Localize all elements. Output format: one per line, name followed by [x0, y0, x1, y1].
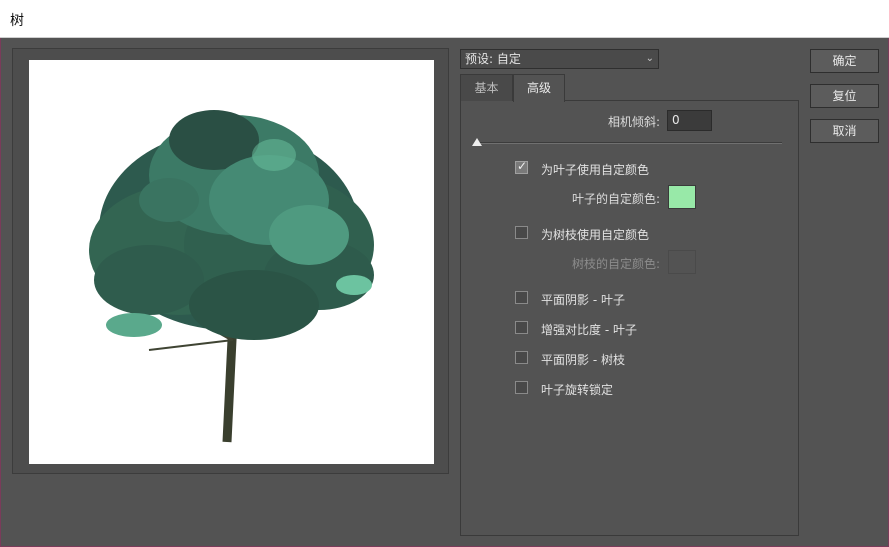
- flat-shading-branches-label: 平面阴影 - 树枝: [541, 353, 625, 367]
- leaf-color-label: 叶子的自定颜色:: [572, 192, 661, 206]
- tree-preview: [29, 60, 434, 464]
- flat-shading-leaves-label: 平面阴影 - 叶子: [541, 293, 625, 307]
- leaf-color-swatch[interactable]: [668, 185, 696, 209]
- cancel-button[interactable]: 取消: [810, 119, 879, 143]
- leaf-rotation-lock-checkbox[interactable]: [515, 381, 528, 394]
- enhance-contrast-leaves-checkbox[interactable]: [515, 321, 528, 334]
- title-bar: 树: [0, 0, 889, 38]
- flat-shading-leaves-checkbox[interactable]: [515, 291, 528, 304]
- checkmark-icon: ✓: [517, 159, 528, 173]
- camera-tilt-input[interactable]: 0: [667, 110, 712, 131]
- preset-value: 预设: 自定: [465, 52, 521, 66]
- camera-tilt-label: 相机倾斜:: [608, 115, 661, 129]
- tree-dialog: 预设: 自定 ⌄ 基本 高级 相机倾斜: 0 ✓ 为叶子使用自定颜色 叶子的自定…: [0, 38, 889, 547]
- enhance-contrast-leaves-label: 增强对比度 - 叶子: [541, 323, 637, 337]
- branch-custom-color-checkbox[interactable]: [515, 226, 528, 239]
- leaf-custom-color-checkbox[interactable]: ✓: [515, 159, 528, 174]
- tab-advanced[interactable]: 高级: [513, 74, 565, 102]
- flat-shading-branches-checkbox[interactable]: [515, 351, 528, 364]
- leaf-custom-color-label: 为叶子使用自定颜色: [541, 163, 650, 177]
- branch-color-label: 树枝的自定颜色:: [572, 257, 661, 271]
- preset-dropdown[interactable]: 预设: 自定 ⌄: [460, 49, 659, 69]
- leaf-rotation-lock-label: 叶子旋转锁定: [541, 383, 614, 397]
- tab-basic[interactable]: 基本: [460, 74, 513, 101]
- branch-custom-color-label: 为树枝使用自定颜色: [541, 228, 650, 242]
- window-title: 树: [10, 13, 24, 29]
- camera-tilt-slider-thumb[interactable]: [472, 138, 482, 146]
- camera-tilt-slider-track[interactable]: [475, 142, 782, 144]
- preview-frame: [12, 48, 449, 474]
- ok-button[interactable]: 确定: [810, 49, 879, 73]
- reset-button[interactable]: 复位: [810, 84, 879, 108]
- chevron-down-icon: ⌄: [645, 53, 654, 64]
- tree-image: [89, 110, 374, 443]
- branch-color-swatch[interactable]: [668, 250, 696, 274]
